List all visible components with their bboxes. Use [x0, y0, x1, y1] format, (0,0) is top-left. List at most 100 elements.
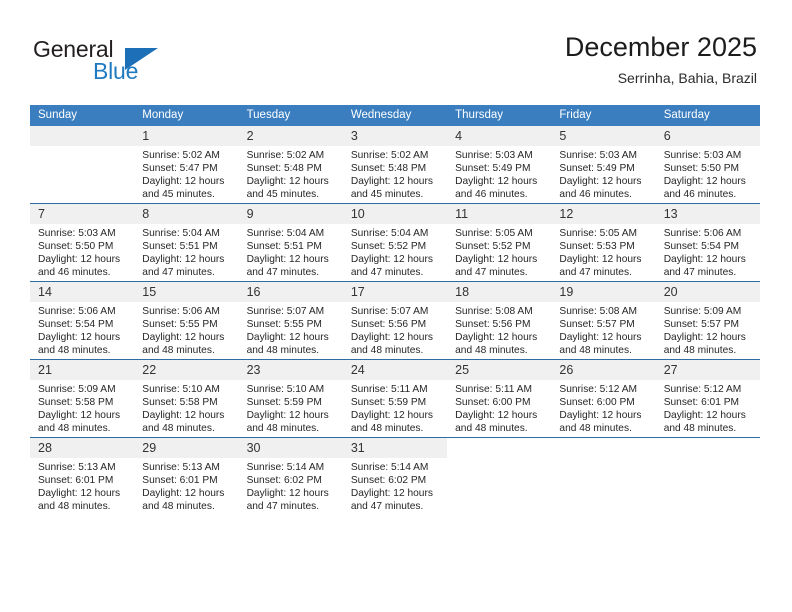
sunset-text: Sunset: 5:49 PM: [455, 163, 531, 175]
sunrise-text: Sunrise: 5:03 AM: [455, 150, 533, 161]
calendar-day-cell[interactable]: 6 Sunrise: 5:03 AM Sunset: 5:50 PM Daylight…: [655, 126, 760, 204]
page-header: General Blue December 2025 Serrinha, Bah…: [0, 0, 792, 100]
calendar-day-cell[interactable]: 12 Sunrise: 5:05 AM Sunset: 5:53 PM Dayligh…: [551, 203, 656, 282]
weekday-header-wednesday: Wednesday: [342, 105, 448, 126]
calendar-day-cell[interactable]: 25 Sunrise: 5:11 AM Sunset: 6:00 PM Dayligh…: [447, 359, 552, 438]
daylight-text: Daylight: 12 hours: [350, 332, 433, 344]
day-number: 20: [655, 282, 760, 302]
calendar-day-cell[interactable]: 28 Sunrise: 5:13 AM Sunset: 6:01 PM Dayligh…: [30, 437, 135, 515]
calendar-day-cell[interactable]: 22 Sunrise: 5:10 AM Sunset: 5:58 PM Dayligh…: [134, 359, 239, 438]
daylight-text: and 48 minutes.: [350, 423, 424, 435]
daylight-text: Daylight: 12 hours: [246, 488, 329, 500]
sunrise-text: Sunrise: 5:14 AM: [246, 462, 325, 473]
day-details: Sunrise: 5:08 AM Sunset: 5:56 PM Daylight:…: [447, 302, 551, 357]
calendar-day-cell[interactable]: 30 Sunrise: 5:14 AM Sunset: 6:02 PM Dayligh…: [238, 437, 343, 515]
sunrise-text: Sunrise: 5:02 AM: [142, 150, 220, 161]
day-number: 11: [447, 204, 552, 224]
calendar-day-cell[interactable]: 26 Sunrise: 5:12 AM Sunset: 6:00 PM Dayligh…: [551, 359, 656, 438]
sunrise-text: Sunrise: 5:08 AM: [559, 306, 637, 317]
sunrise-text: Sunrise: 5:11 AM: [350, 384, 428, 395]
sunrise-text: Sunrise: 5:12 AM: [559, 384, 637, 395]
daylight-text: Daylight: 12 hours: [38, 410, 121, 422]
sunset-text: Sunset: 5:55 PM: [246, 319, 322, 331]
day-details: Sunrise: 5:05 AM Sunset: 5:52 PM Daylight:…: [447, 224, 551, 279]
sunset-text: Sunset: 5:48 PM: [246, 163, 322, 175]
calendar-day-cell[interactable]: 2 Sunrise: 5:02 AM Sunset: 5:48 PM Daylight…: [238, 126, 343, 204]
calendar-day-cell[interactable]: 17 Sunrise: 5:07 AM Sunset: 5:56 PM Dayligh…: [342, 281, 448, 360]
day-number: 13: [655, 204, 760, 224]
sunset-text: Sunset: 6:01 PM: [663, 397, 740, 409]
calendar-body: 1 Sunrise: 5:02 AM Sunset: 5:47 PM Daylight…: [30, 126, 760, 515]
daylight-text: Daylight: 12 hours: [142, 332, 225, 344]
calendar-day-cell[interactable]: 4 Sunrise: 5:03 AM Sunset: 5:49 PM Daylight…: [447, 126, 552, 204]
daylight-text: and 45 minutes.: [142, 189, 215, 201]
sunrise-text: Sunrise: 5:03 AM: [663, 150, 742, 161]
calendar-day-cell[interactable]: 11 Sunrise: 5:05 AM Sunset: 5:52 PM Dayligh…: [447, 203, 552, 282]
calendar-day-cell[interactable]: 16 Sunrise: 5:07 AM Sunset: 5:55 PM Dayligh…: [238, 281, 343, 360]
day-details: Sunrise: 5:09 AM Sunset: 5:58 PM Daylight:…: [30, 380, 134, 435]
day-number: 28: [30, 438, 135, 458]
sunset-text: Sunset: 5:52 PM: [455, 241, 531, 253]
weekday-header-thursday: Thursday: [447, 105, 552, 126]
daylight-text: Daylight: 12 hours: [559, 254, 642, 266]
daylight-text: and 48 minutes.: [455, 423, 528, 435]
day-number: 10: [342, 204, 448, 224]
calendar-day-cell[interactable]: 23 Sunrise: 5:10 AM Sunset: 5:59 PM Dayligh…: [238, 359, 343, 438]
daylight-text: and 47 minutes.: [663, 267, 737, 279]
sunset-text: Sunset: 6:01 PM: [38, 475, 114, 487]
calendar-day-cell[interactable]: 27 Sunrise: 5:12 AM Sunset: 6:01 PM Dayligh…: [655, 359, 760, 438]
sunrise-text: Sunrise: 5:13 AM: [38, 462, 116, 473]
day-details: Sunrise: 5:02 AM Sunset: 5:48 PM Daylight:…: [343, 146, 447, 201]
daylight-text: Daylight: 12 hours: [350, 488, 433, 500]
daylight-text: and 47 minutes.: [455, 267, 528, 279]
calendar-day-cell[interactable]: 1 Sunrise: 5:02 AM Sunset: 5:47 PM Daylight…: [134, 126, 239, 204]
calendar-day-cell[interactable]: 8 Sunrise: 5:04 AM Sunset: 5:51 PM Daylight…: [134, 203, 239, 282]
day-number: [30, 126, 135, 146]
day-details: Sunrise: 5:05 AM Sunset: 5:53 PM Daylight:…: [551, 224, 655, 279]
sunrise-text: Sunrise: 5:07 AM: [350, 306, 429, 317]
day-number: 27: [655, 360, 760, 380]
calendar-day-cell[interactable]: 13 Sunrise: 5:06 AM Sunset: 5:54 PM Dayligh…: [655, 203, 760, 282]
calendar-day-cell[interactable]: 20 Sunrise: 5:09 AM Sunset: 5:57 PM Dayligh…: [655, 281, 760, 360]
calendar-day-cell[interactable]: 7 Sunrise: 5:03 AM Sunset: 5:50 PM Daylight…: [30, 203, 135, 282]
day-number: 5: [551, 126, 656, 146]
calendar-day-cell[interactable]: 24 Sunrise: 5:11 AM Sunset: 5:59 PM Dayligh…: [342, 359, 448, 438]
calendar-day-cell[interactable]: 21 Sunrise: 5:09 AM Sunset: 5:58 PM Dayligh…: [30, 359, 135, 438]
calendar-day-cell[interactable]: 31 Sunrise: 5:14 AM Sunset: 6:02 PM Dayligh…: [342, 437, 448, 515]
weekday-header-friday: Friday: [551, 105, 656, 126]
daylight-text: Daylight: 12 hours: [142, 488, 225, 500]
sunrise-text: Sunrise: 5:12 AM: [663, 384, 742, 395]
sunset-text: Sunset: 5:56 PM: [350, 319, 427, 331]
calendar-day-cell[interactable]: 18 Sunrise: 5:08 AM Sunset: 5:56 PM Dayligh…: [447, 281, 552, 360]
daylight-text: Daylight: 12 hours: [559, 176, 642, 188]
sunset-text: Sunset: 6:00 PM: [559, 397, 635, 409]
daylight-text: and 47 minutes.: [350, 267, 424, 279]
sunset-text: Sunset: 5:51 PM: [142, 241, 218, 253]
daylight-text: Daylight: 12 hours: [246, 176, 329, 188]
calendar-day-cell[interactable]: 29 Sunrise: 5:13 AM Sunset: 6:01 PM Dayligh…: [134, 437, 239, 515]
day-details: Sunrise: 5:03 AM Sunset: 5:49 PM Daylight:…: [447, 146, 551, 201]
day-details: Sunrise: 5:10 AM Sunset: 5:58 PM Daylight:…: [134, 380, 238, 435]
day-number: 22: [134, 360, 239, 380]
daylight-text: Daylight: 12 hours: [559, 332, 642, 344]
sunrise-text: Sunrise: 5:14 AM: [350, 462, 429, 473]
day-number: 6: [655, 126, 760, 146]
day-details: Sunrise: 5:13 AM Sunset: 6:01 PM Daylight:…: [30, 458, 134, 513]
calendar-day-cell[interactable]: 14 Sunrise: 5:06 AM Sunset: 5:54 PM Dayligh…: [30, 281, 135, 360]
calendar-day-cell[interactable]: 3 Sunrise: 5:02 AM Sunset: 5:48 PM Daylight…: [342, 126, 448, 204]
calendar-day-cell[interactable]: 10 Sunrise: 5:04 AM Sunset: 5:52 PM Dayligh…: [342, 203, 448, 282]
day-number: 30: [238, 438, 343, 458]
daylight-text: Daylight: 12 hours: [246, 254, 329, 266]
sunrise-text: Sunrise: 5:09 AM: [38, 384, 116, 395]
day-number: 26: [551, 360, 656, 380]
calendar-day-cell[interactable]: 19 Sunrise: 5:08 AM Sunset: 5:57 PM Dayligh…: [551, 281, 656, 360]
calendar-day-cell[interactable]: 9 Sunrise: 5:04 AM Sunset: 5:51 PM Daylight…: [238, 203, 343, 282]
day-number: [656, 438, 760, 458]
sunrise-text: Sunrise: 5:10 AM: [142, 384, 220, 395]
generalblue-logo[interactable]: General Blue: [33, 36, 213, 88]
calendar-day-cell[interactable]: 5 Sunrise: 5:03 AM Sunset: 5:49 PM Daylight…: [551, 126, 656, 204]
daylight-text: Daylight: 12 hours: [142, 410, 225, 422]
sunset-text: Sunset: 5:57 PM: [663, 319, 740, 331]
calendar-day-cell[interactable]: 15 Sunrise: 5:06 AM Sunset: 5:55 PM Dayligh…: [134, 281, 239, 360]
calendar-page: General Blue December 2025 Serrinha, Bah…: [0, 0, 792, 612]
